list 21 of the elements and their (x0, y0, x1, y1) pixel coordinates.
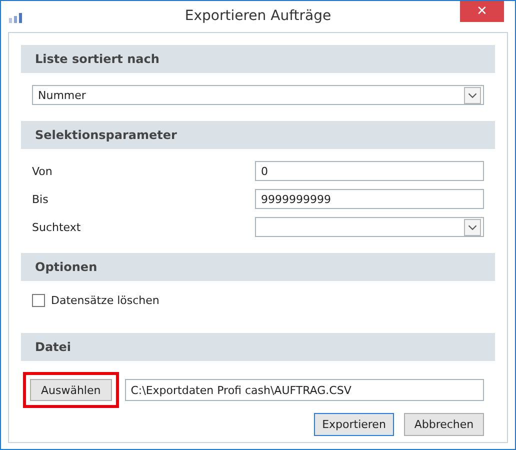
dialog-button[interactable]: Abbrechen (404, 413, 484, 436)
file-path-field[interactable]: C:\Exportdaten Profi cash\AUFTRAG.CSV (124, 379, 484, 401)
sort-dropdown[interactable]: Nummer (32, 85, 484, 105)
close-button[interactable]: ✕ (460, 1, 504, 22)
field-label: Von (32, 164, 54, 178)
dialog-button[interactable]: Exportieren (314, 413, 394, 436)
checkbox-label: Datensätze löschen (51, 294, 160, 307)
field-label: Suchtext (32, 220, 82, 234)
chevron-down-icon[interactable] (464, 218, 481, 236)
window-title: Exportieren Aufträge (184, 8, 332, 24)
section-header: Datei (21, 333, 495, 361)
bar-chart-icon (9, 13, 23, 23)
section-header: Optionen (21, 253, 495, 281)
input-field[interactable]: 9999999999 (255, 189, 484, 209)
section-header: Selektionsparameter (21, 121, 495, 149)
input-field[interactable]: 0 (255, 161, 484, 181)
checkbox[interactable] (32, 294, 45, 307)
field-label: Bis (32, 192, 50, 206)
choose-button[interactable]: Auswählen (30, 379, 112, 401)
section-header: Liste sortiert nach (21, 45, 495, 73)
chevron-down-icon[interactable] (464, 86, 481, 104)
